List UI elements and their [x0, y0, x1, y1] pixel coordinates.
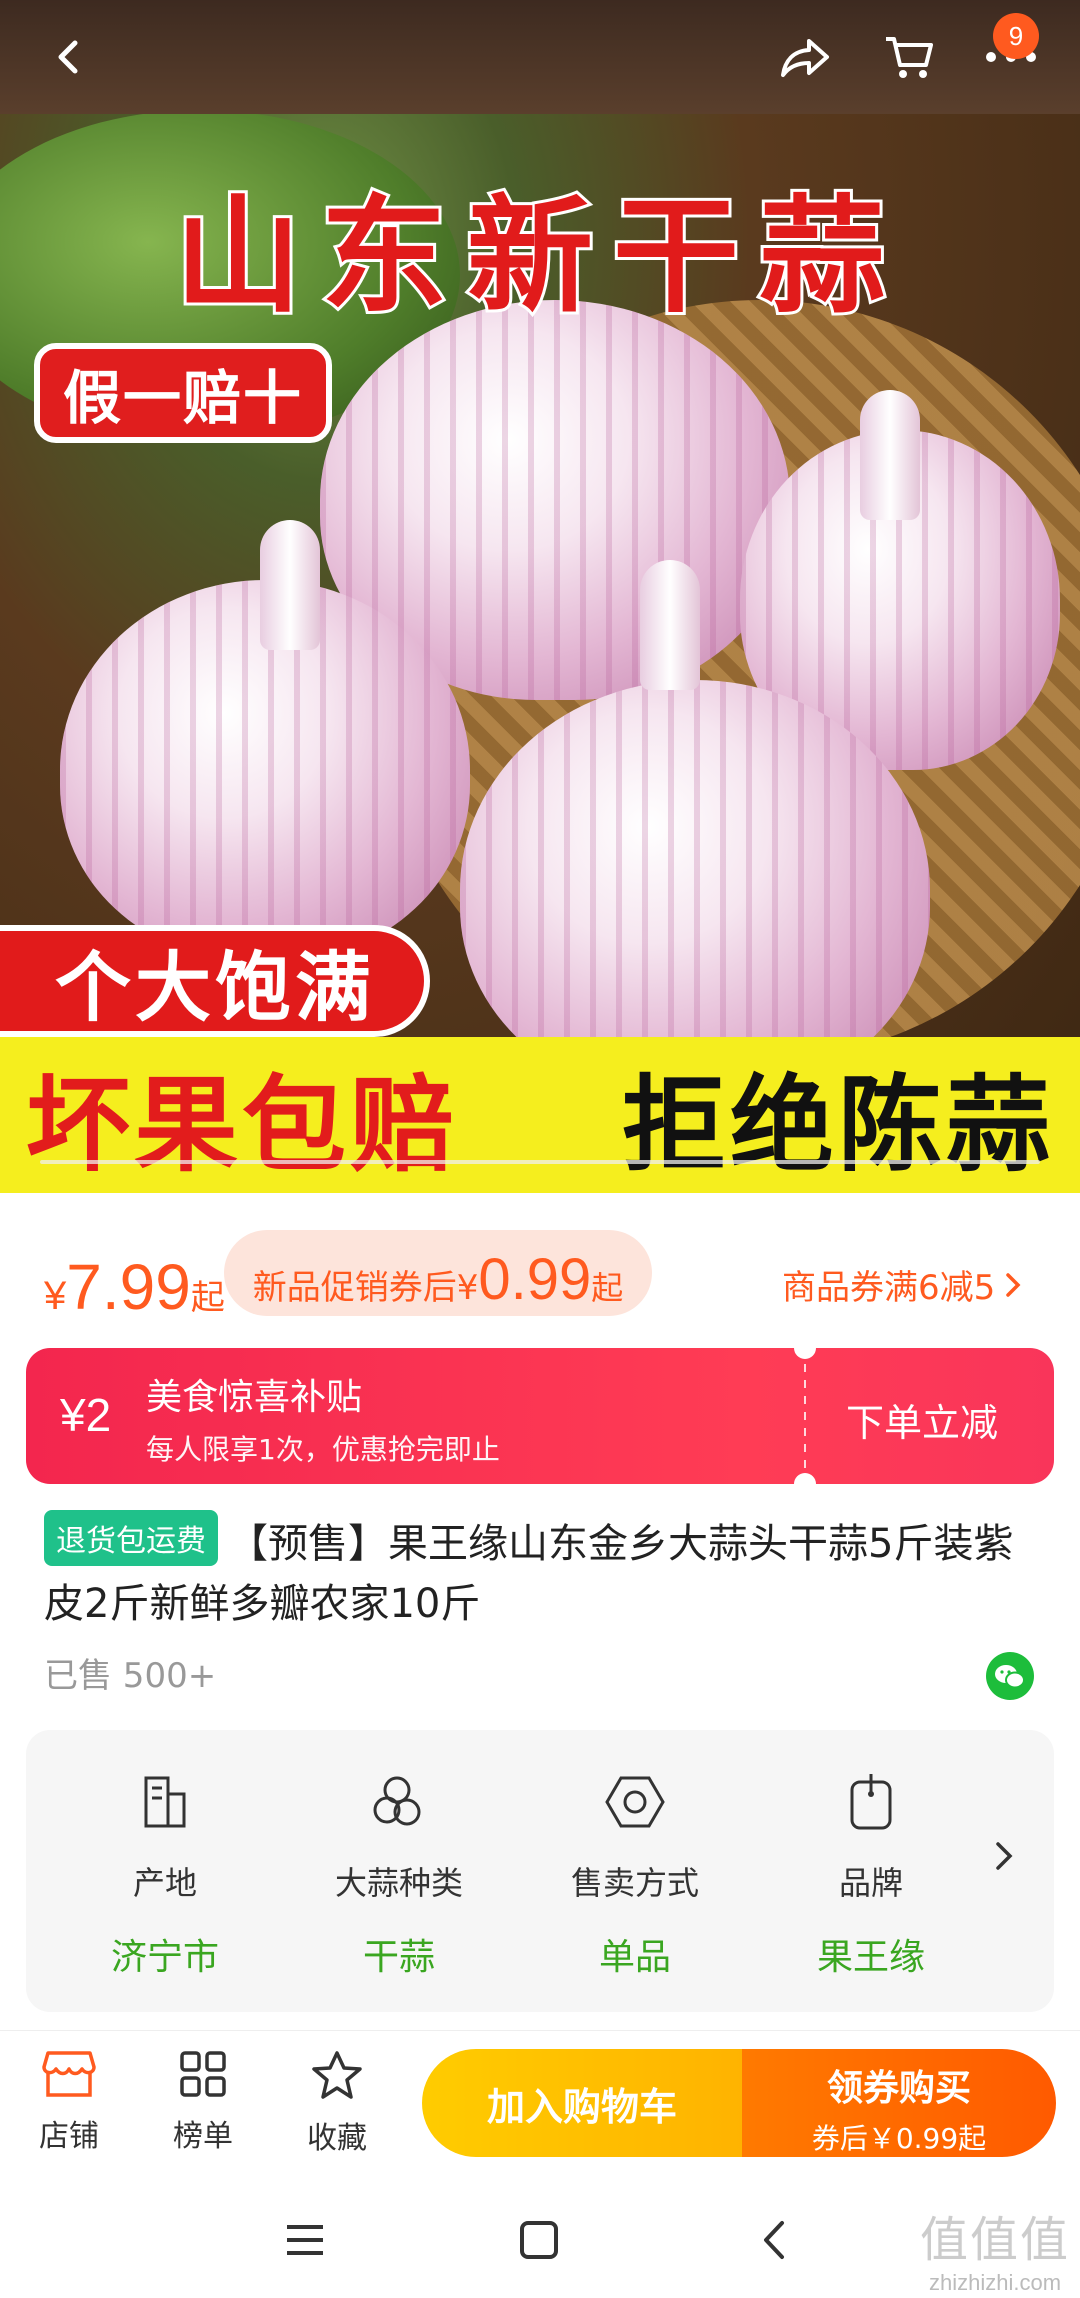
- menu-icon: [287, 2225, 323, 2255]
- carousel-progress: [40, 1160, 1040, 1164]
- garlic-stem: [860, 390, 920, 520]
- promo-price-pill: 新品促销券后¥ 0.99 起: [224, 1230, 652, 1316]
- watermark-logo: 值值值: [920, 2214, 1071, 2267]
- subsidy-title: 美食惊喜补贴: [146, 1377, 363, 1418]
- back-icon: [764, 2221, 784, 2259]
- promo-suffix: 起: [591, 1269, 624, 1307]
- favorite-label: 收藏: [307, 2121, 367, 2156]
- ranking-label: 榜单: [173, 2119, 233, 2154]
- attr-value: 干蒜: [362, 1937, 435, 1978]
- subsidy-banner[interactable]: ¥2 美食惊喜补贴 每人限享1次，优惠抢完即止 下单立减: [26, 1348, 1054, 1484]
- guarantee-badge: 假一赔十: [34, 343, 332, 443]
- coupon-link[interactable]: 商品券满6减5: [782, 1260, 1023, 1309]
- hex-nut-icon: [605, 1776, 665, 1828]
- system-nav-bar: [0, 2180, 1080, 2298]
- ticket-divider: [804, 1348, 806, 1484]
- price-row: ¥7.99起 新品促销券后¥ 0.99 起 商品券满6减5: [0, 1208, 1080, 1338]
- home-button[interactable]: [504, 2210, 574, 2270]
- tag-icon: [850, 1774, 892, 1830]
- return-shipping-tag: 退货包运费: [44, 1510, 218, 1566]
- attr-sale-method: 售卖方式 单品: [530, 1770, 740, 1980]
- building-icon: [144, 1776, 186, 1828]
- purchase-buttons: 加入购物车 领券购买 券后￥0.99起: [422, 2049, 1056, 2157]
- attr-brand: 品牌 果王缘: [766, 1770, 976, 1980]
- back-icon: [58, 40, 78, 74]
- garlic-stem: [640, 560, 700, 690]
- top-bar: 9: [0, 0, 1080, 114]
- coupon-link-label: 商品券满6减5: [782, 1268, 996, 1308]
- product-page: 山东新干蒜 假一赔十 个大饱满 坏果包赔 拒绝陈蒜 9 ¥7.99起 新品促销券…: [0, 0, 1080, 2298]
- promo-label: 新品促销券后¥: [252, 1268, 479, 1308]
- circles-icon: [373, 1776, 421, 1826]
- band-left-text: 坏果包赔: [26, 1063, 459, 1186]
- cart-button[interactable]: [874, 22, 944, 92]
- attr-value: 济宁市: [110, 1937, 219, 1978]
- band-right-text: 拒绝陈蒜: [621, 1063, 1054, 1186]
- store-icon: [42, 2051, 96, 2097]
- buy-sublabel: 券后￥0.99起: [811, 2122, 987, 2155]
- price-value: 7.99: [66, 1251, 191, 1323]
- ranking-button[interactable]: 榜单: [148, 2049, 258, 2155]
- subsidy-amount: ¥2: [60, 1389, 112, 1441]
- attr-garlic-type: 大蒜种类 干蒜: [294, 1770, 504, 1980]
- attr-name: 品牌: [838, 1864, 903, 1902]
- product-title-block: 退货包运费 【预售】果王缘山东金乡大蒜头干蒜5斤装紫皮2斤新鲜多瓣农家10斤: [44, 1510, 1044, 1634]
- price: ¥7.99起: [44, 1250, 225, 1324]
- bottom-action-bar: 店铺 榜单 收藏 加入购物车 领券购买 券后￥0.99起: [0, 2030, 1080, 2180]
- add-to-cart-button[interactable]: 加入购物车: [422, 2049, 742, 2157]
- favorite-button[interactable]: 收藏: [282, 2049, 392, 2157]
- wechat-share-icon[interactable]: [986, 1652, 1034, 1700]
- attr-name: 售卖方式: [570, 1864, 699, 1902]
- cart-count-badge: 9: [993, 13, 1039, 59]
- star-icon: [312, 2051, 362, 2099]
- attr-value: 果王缘: [816, 1937, 925, 1978]
- square-icon: [520, 2221, 558, 2259]
- recent-apps-button[interactable]: [270, 2210, 340, 2270]
- share-icon: [781, 39, 829, 77]
- attr-value: 单品: [598, 1937, 671, 1978]
- store-button[interactable]: 店铺: [14, 2049, 124, 2155]
- system-back-button[interactable]: [740, 2210, 810, 2270]
- subsidy-cta[interactable]: 下单立减: [846, 1392, 998, 1447]
- product-image-carousel[interactable]: 山东新干蒜 假一赔十 个大饱满 坏果包赔 拒绝陈蒜: [0, 0, 1080, 1193]
- garlic-stem: [260, 520, 320, 650]
- promo-band: 坏果包赔 拒绝陈蒜: [0, 1037, 1080, 1193]
- back-button[interactable]: [34, 22, 104, 92]
- sold-count: 已售 500+: [44, 1656, 217, 1696]
- full-size-badge: 个大饱满: [0, 925, 430, 1037]
- subsidy-desc: 每人限享1次，优惠抢完即止: [146, 1433, 500, 1466]
- attr-origin: 产地 济宁市: [60, 1770, 270, 1980]
- hero-title: 山东新干蒜: [172, 179, 905, 333]
- chevron-right-icon[interactable]: [992, 1838, 1016, 1878]
- attr-name: 大蒜种类: [334, 1864, 463, 1902]
- cart-icon: [886, 37, 933, 78]
- attr-name: 产地: [132, 1864, 197, 1902]
- price-currency: ¥: [44, 1274, 67, 1318]
- chevron-right-icon: [1006, 1272, 1021, 1297]
- watermark-url: zhizhizhi.com: [928, 2270, 1062, 2295]
- share-button[interactable]: [770, 22, 840, 92]
- promo-value: 0.99: [478, 1247, 592, 1312]
- store-label: 店铺: [39, 2119, 99, 2154]
- attributes-panel[interactable]: 产地 济宁市 大蒜种类 干蒜 售卖方式 单品 品牌 果王缘: [26, 1730, 1054, 2012]
- watermark: 值值值 zhizhizhi.com: [920, 2200, 1070, 2296]
- coupon-buy-button[interactable]: 领券购买 券后￥0.99起: [742, 2049, 1056, 2157]
- price-suffix: 起: [190, 1279, 225, 1317]
- grid-icon: [180, 2051, 226, 2097]
- buy-label: 领券购买: [826, 2068, 971, 2109]
